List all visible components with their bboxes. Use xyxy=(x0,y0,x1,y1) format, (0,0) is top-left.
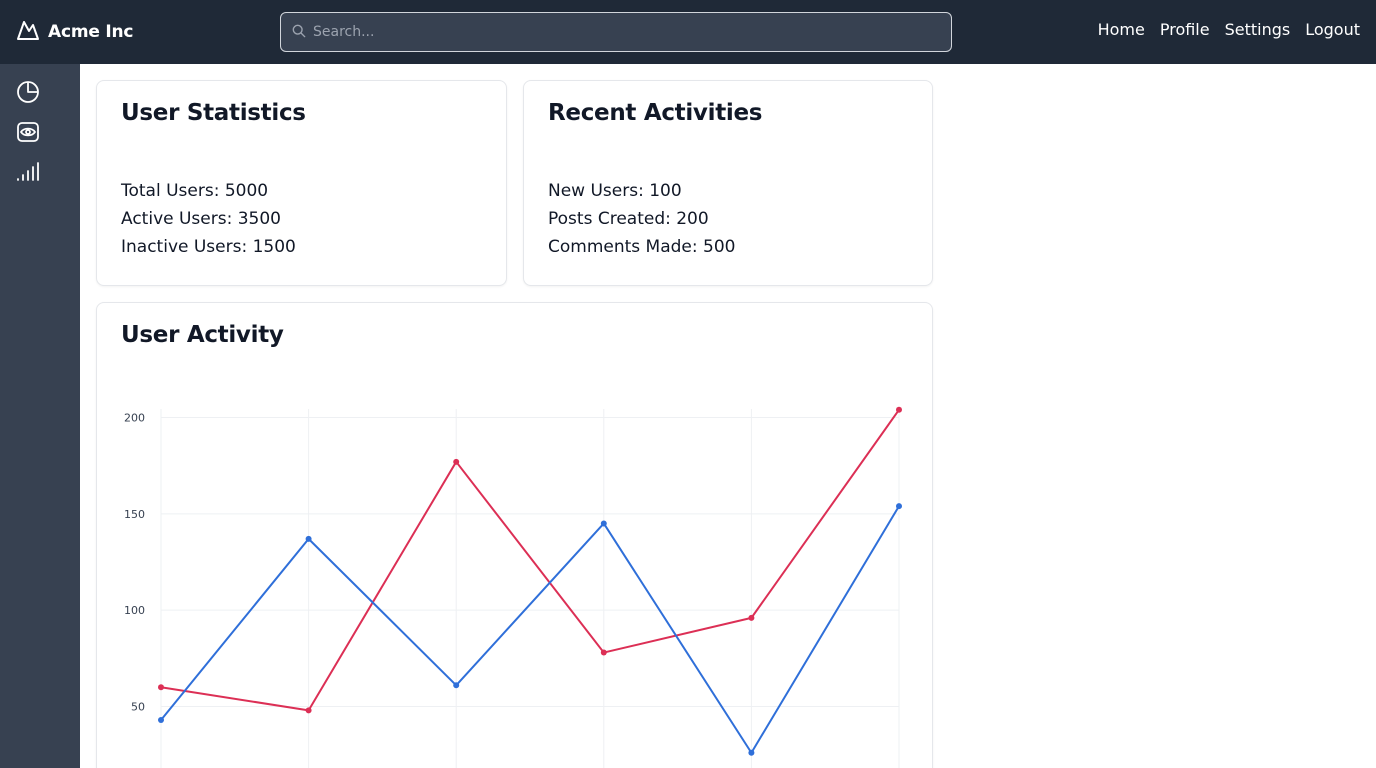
user-statistics-title: User Statistics xyxy=(121,100,306,126)
total-users-stat: Total Users: 5000 xyxy=(121,181,269,201)
user-statistics-card: User Statistics Total Users: 5000 Active… xyxy=(96,80,507,286)
recent-activities-card: Recent Activities New Users: 100 Posts C… xyxy=(523,80,933,286)
y-tick-label-100: 100 xyxy=(124,604,145,617)
nav-logout-link[interactable]: Logout xyxy=(1305,20,1360,39)
active-users-stat: Active Users: 3500 xyxy=(121,209,281,229)
brand[interactable]: Acme Inc xyxy=(16,18,134,46)
series-0-line xyxy=(160,409,900,712)
recent-activities-title: Recent Activities xyxy=(548,100,763,126)
user-statistics-list: Total Users: 5000 Active Users: 3500 Ina… xyxy=(121,177,296,261)
top-nav: Home Profile Settings Logout xyxy=(1083,20,1360,39)
series-1-point-5 xyxy=(896,503,902,510)
series-1-point-0 xyxy=(158,716,164,723)
new-users-stat: New Users: 100 xyxy=(548,181,682,201)
y-tick-label-50: 50 xyxy=(131,701,145,714)
signal-bars-icon[interactable] xyxy=(16,160,40,184)
series-1-line xyxy=(160,505,900,754)
y-tick-label-200: 200 xyxy=(124,412,145,425)
series-0-point-3 xyxy=(600,649,607,656)
nav-settings-link[interactable]: Settings xyxy=(1225,20,1291,39)
series-0-point-5 xyxy=(896,406,902,413)
eye-icon[interactable] xyxy=(16,120,40,144)
y-tick-label-150: 150 xyxy=(124,508,145,521)
recent-activities-list: New Users: 100 Posts Created: 200 Commen… xyxy=(548,177,735,261)
series-1-point-4 xyxy=(748,749,755,756)
pie-chart-icon[interactable] xyxy=(16,80,40,104)
series-0-point-2 xyxy=(453,458,460,465)
sidebar xyxy=(0,64,80,768)
search-box[interactable] xyxy=(280,12,952,52)
series-0-point-1 xyxy=(305,707,312,714)
mountain-logo-icon xyxy=(16,18,40,46)
nav-profile-link[interactable]: Profile xyxy=(1160,20,1210,39)
series-1-point-1 xyxy=(305,535,312,542)
top-bar: Acme Inc Home Profile Settings Logout xyxy=(0,0,1376,64)
posts-created-stat: Posts Created: 200 xyxy=(548,209,709,229)
inactive-users-stat: Inactive Users: 1500 xyxy=(121,237,296,257)
series-0-point-0 xyxy=(158,684,164,691)
user-activity-chart: 50 100 150 200 xyxy=(124,406,902,768)
search-input[interactable] xyxy=(313,13,943,51)
series-0-point-4 xyxy=(748,614,755,621)
brand-name: Acme Inc xyxy=(48,22,134,42)
series-1-point-2 xyxy=(453,682,460,689)
series-1-point-3 xyxy=(600,520,607,527)
nav-home-link[interactable]: Home xyxy=(1098,20,1145,39)
user-activity-card: User Activity 50 100 150 200 xyxy=(96,302,933,768)
comments-made-stat: Comments Made: 500 xyxy=(548,237,736,257)
